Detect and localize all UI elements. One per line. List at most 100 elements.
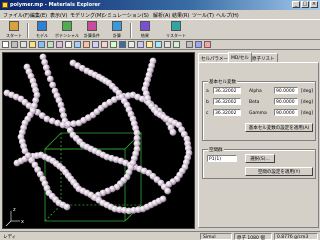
title-bar: polymer.mp - Materials Explorer _ □ × [0, 0, 320, 10]
maximize-button[interactable]: □ [301, 1, 309, 8]
cell-variables-group: 基本セル変数 a 36.32002 Alpha 90.0000 [deg] b … [202, 79, 316, 141]
alpha-unit: [deg] [301, 89, 313, 94]
beta-unit: [deg] [301, 100, 313, 105]
polymer-bead [44, 69, 52, 77]
copy-view-icon[interactable] [128, 41, 135, 48]
potential-icon [62, 21, 72, 31]
hide-icon[interactable] [164, 41, 171, 48]
gamma-unit: [deg] [301, 111, 313, 116]
apply-cell-button[interactable]: 基本セル変数の設定を適用(A) [245, 123, 313, 132]
menu-bar: ファイル(F) 編集(E) 表示(V) モデリング(M) シミュレーション(S)… [0, 10, 320, 19]
axis-z-label: z [13, 207, 16, 213]
polymer-render: z x [3, 53, 193, 227]
stop-icon[interactable] [204, 41, 211, 48]
model-icon [37, 21, 47, 31]
alpha-label: Alpha [249, 89, 262, 94]
cell-c-label: c [206, 111, 209, 116]
tab-atom-list[interactable]: 原子リスト [249, 53, 278, 62]
menu-simulation[interactable]: シミュレーション(S) [102, 12, 149, 19]
calculate-icon [112, 21, 122, 31]
zoom-tool-icon[interactable] [20, 41, 27, 48]
cell-a-label: a [206, 89, 209, 94]
cell-icon[interactable] [110, 41, 117, 48]
axis-view-icon[interactable] [47, 41, 54, 48]
start-icon [9, 21, 19, 31]
label-icon[interactable] [101, 41, 108, 48]
potential-button[interactable]: ポテンシャル [55, 21, 79, 39]
polymer-bead [164, 187, 172, 195]
window-title: polymer.mp - Materials Explorer [10, 2, 101, 8]
view-toolbar [0, 40, 320, 50]
status-atom-count: 原子 1080 個 [234, 233, 272, 240]
gamma-field[interactable]: 90.0000 [274, 109, 298, 116]
space-group-title: 空間群 [208, 147, 224, 153]
show-icon[interactable] [173, 41, 180, 48]
status-density: 0.8776 g/cm3 [274, 233, 318, 240]
cell-b-field[interactable]: 36.32002 [213, 98, 241, 105]
polymer-bead [49, 81, 57, 89]
perspective-icon[interactable] [56, 41, 63, 48]
grid-icon[interactable] [65, 41, 72, 48]
restart-icon [171, 21, 181, 31]
select-tool-icon[interactable] [2, 41, 9, 48]
main-toolbar: スタート モデル ポテンシャル 計算条件 計算 結果 リスタート [0, 19, 320, 40]
menu-file[interactable]: ファイル(F) [3, 12, 30, 19]
snapshot-icon[interactable] [186, 41, 193, 48]
polymer-bead [169, 128, 177, 136]
polymer-bead [46, 75, 54, 83]
cell-b-label: b [206, 100, 209, 105]
polymer-chains [3, 53, 193, 215]
movie-icon[interactable] [195, 41, 202, 48]
status-ready: レディ [3, 235, 17, 240]
fit-view-icon[interactable] [38, 41, 45, 48]
stick-icon[interactable] [83, 41, 90, 48]
menu-analysis[interactable]: 解析(A) [153, 12, 170, 19]
menu-results[interactable]: 結果(R) [172, 12, 189, 19]
space-group-field[interactable]: P1(1) [207, 155, 237, 162]
angle-icon[interactable] [146, 41, 153, 48]
property-panel: セルパラメータ MD/セル 原子リスト 基本セル変数 a 36.32002 Al… [197, 52, 320, 229]
menu-edit[interactable]: 編集(E) [30, 12, 47, 19]
start-button[interactable]: スタート [3, 21, 25, 39]
minimize-button[interactable]: _ [292, 1, 300, 8]
conditions-button[interactable]: 計算条件 [81, 21, 103, 39]
menu-view[interactable]: 表示(V) [50, 12, 67, 19]
alpha-field[interactable]: 90.0000 [274, 87, 298, 94]
model-button[interactable]: モデル [31, 21, 53, 39]
result-icon [140, 21, 150, 31]
molecule-viewport[interactable]: z x [2, 52, 195, 229]
gamma-label: Gamma [249, 111, 267, 116]
conditions-icon [87, 21, 97, 31]
app-icon [2, 2, 8, 8]
status-mode: Simul [200, 233, 232, 240]
menu-help[interactable]: ヘルプ(H) [216, 12, 239, 19]
axis-indicator [5, 211, 20, 227]
apply-space-group-button[interactable]: 空間の設定を適用(Y) [245, 167, 313, 176]
polymer-bead [63, 203, 71, 211]
beta-label: Beta [249, 100, 260, 105]
close-button[interactable]: × [310, 1, 318, 8]
tab-md-cell[interactable]: MD/セル [228, 52, 252, 62]
torsion-icon[interactable] [155, 41, 162, 48]
calculate-button[interactable]: 計算 [106, 21, 128, 39]
cell-variables-title: 基本セル変数 [208, 79, 237, 85]
cell-c-field[interactable]: 36.32002 [213, 109, 241, 116]
polymer-bead [159, 195, 167, 203]
measure-icon[interactable] [137, 41, 144, 48]
menu-tools[interactable]: ツール(T) [192, 12, 214, 19]
space-group-select-button[interactable]: 選択(S)... [245, 154, 275, 163]
status-bar: レディ Simul 原子 1080 個 0.8776 g/cm3 [0, 231, 320, 240]
menu-modeling[interactable]: モデリング(M) [70, 12, 103, 19]
ball-icon[interactable] [74, 41, 81, 48]
cell-a-field[interactable]: 36.32002 [213, 87, 241, 94]
space-fill-icon[interactable] [92, 41, 99, 48]
beta-field[interactable]: 90.0000 [274, 98, 298, 105]
color-icon[interactable] [119, 41, 126, 48]
restart-button[interactable]: リスタート [165, 21, 187, 39]
tab-content: 基本セル変数 a 36.32002 Alpha 90.0000 [deg] b … [198, 62, 319, 228]
move-tool-icon[interactable] [29, 41, 36, 48]
result-button[interactable]: 結果 [134, 21, 156, 39]
axis-x-label: x [21, 219, 24, 225]
rotate-tool-icon[interactable] [11, 41, 18, 48]
space-group-group: 空間群 P1(1) 選択(S)... 空間の設定を適用(Y) [202, 147, 316, 179]
